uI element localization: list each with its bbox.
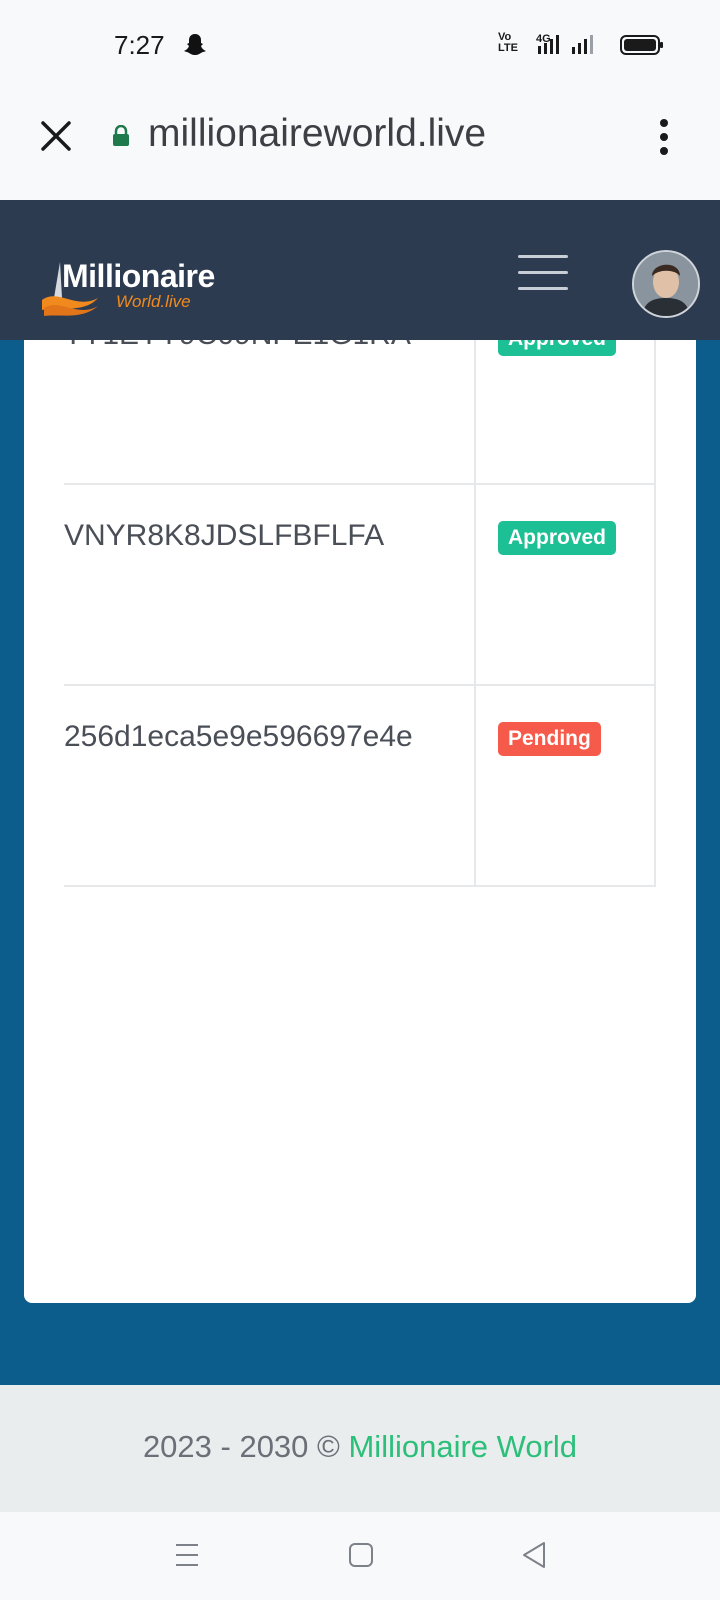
transaction-id: VNYR8K8JDSLFBFLFA bbox=[64, 519, 385, 552]
transaction-id: 256d1eca5e9e596697e4e bbox=[64, 720, 413, 753]
status-badge: Approved bbox=[498, 521, 617, 555]
footer-brand-link[interactable]: Millionaire World bbox=[348, 1429, 577, 1464]
snapchat-icon bbox=[184, 34, 206, 55]
home-icon[interactable] bbox=[348, 1542, 374, 1568]
site-footer: 2023 - 2030 © Millionaire World bbox=[0, 1385, 720, 1512]
table-cell-status: Pending bbox=[474, 686, 656, 885]
logo-text-bottom: World.live bbox=[116, 292, 191, 311]
table-cell-id: TY1EYY9C09NPE1G1RA bbox=[64, 340, 476, 483]
table-row: VNYR8K8JDSLFBFLFA Approved bbox=[64, 485, 656, 686]
hamburger-menu-icon[interactable] bbox=[518, 255, 568, 290]
table-cell-status: Approved bbox=[474, 340, 656, 483]
status-badge: Pending bbox=[498, 722, 601, 756]
table-cell-id: VNYR8K8JDSLFBFLFA bbox=[64, 485, 476, 684]
status-badge: Approved bbox=[498, 340, 617, 356]
transaction-id: TY1EYY9C09NPE1G1RA bbox=[64, 340, 411, 352]
close-icon[interactable] bbox=[40, 120, 72, 152]
logo-text-top: Millionaire bbox=[62, 258, 215, 294]
signal-4g-label: 4G bbox=[536, 33, 551, 45]
back-icon[interactable] bbox=[520, 1540, 548, 1570]
table-row: TY1EYY9C09NPE1G1RA Approved bbox=[64, 340, 656, 485]
url-text[interactable]: millionaireworld.live bbox=[148, 112, 486, 156]
battery-icon bbox=[620, 35, 663, 55]
table-cell-status: Approved bbox=[474, 485, 656, 684]
lock-icon bbox=[113, 125, 129, 146]
signal-icon: 4G bbox=[536, 33, 593, 54]
transactions-table: TY1EYY9C09NPE1G1RA Approved VNYR8K8JDSLF… bbox=[64, 340, 656, 887]
more-options-icon[interactable] bbox=[656, 118, 672, 156]
avatar[interactable] bbox=[632, 250, 700, 318]
status-time: 7:27 bbox=[114, 30, 165, 60]
recent-apps-icon[interactable] bbox=[174, 1542, 200, 1568]
avatar-image bbox=[634, 252, 698, 316]
status-bar bbox=[0, 0, 720, 90]
volte-label: Vo LTE bbox=[498, 31, 518, 54]
site-logo[interactable]: Millionaire World.live bbox=[40, 258, 240, 318]
footer-years: 2023 - 2030 © bbox=[142, 1429, 349, 1464]
table-row: 256d1eca5e9e596697e4e Pending bbox=[64, 686, 656, 887]
footer-copyright: 2023 - 2030 © Millionaire World bbox=[0, 1429, 720, 1465]
table-cell-id: 256d1eca5e9e596697e4e bbox=[64, 686, 476, 885]
